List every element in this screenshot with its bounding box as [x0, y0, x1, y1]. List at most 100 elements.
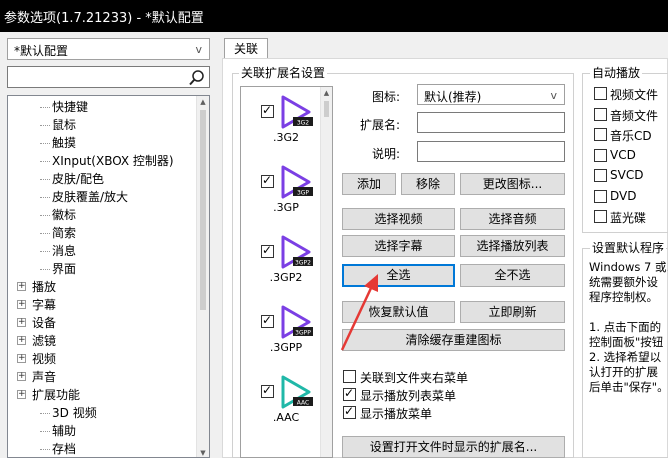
tree-item-label: 鼠标: [52, 118, 77, 132]
autoplay-label: SVCD: [610, 168, 644, 182]
autoplay-checkbox[interactable]: [594, 148, 607, 162]
tree-connector: [40, 269, 50, 270]
select-none-button[interactable]: 全不选: [460, 264, 565, 287]
profile-select-value: *默认配置: [14, 44, 69, 58]
expand-icon[interactable]: +: [17, 282, 26, 291]
extension-name: .AAC: [272, 411, 300, 424]
tree-connector: [40, 215, 50, 216]
extension-badge: 3G2: [297, 120, 309, 127]
extension-checkbox[interactable]: [261, 383, 274, 398]
scroll-up-icon[interactable]: ▲: [197, 96, 209, 108]
extension-checkbox[interactable]: [261, 103, 274, 118]
settings-tree[interactable]: 快捷键 鼠标 触摸 XInput(XBOX 控制器) 皮肤/配色 皮肤覆盖/放大 徽标 简索消…: [7, 95, 210, 458]
extension-scroll-thumb[interactable]: [324, 101, 329, 117]
select-subtitle-button[interactable]: 选择字幕: [342, 235, 455, 257]
profile-select[interactable]: *默认配置 v: [7, 38, 210, 60]
autoplay-checkbox[interactable]: [594, 169, 607, 182]
tree-connector: [40, 431, 50, 432]
extension-checkbox[interactable]: [261, 243, 274, 258]
autoplay-label: VCD: [610, 147, 636, 162]
refresh-now-button[interactable]: 立即刷新: [460, 301, 565, 323]
autoplay-checkbox[interactable]: [594, 107, 607, 121]
tree-item-label: 扩展功能: [32, 388, 81, 402]
change-icon-button[interactable]: 更改图标...: [460, 173, 565, 195]
search-icon[interactable]: [188, 69, 206, 87]
default-program-line: 控制面板"按钮: [589, 335, 664, 349]
extension-name: .3GP2: [269, 271, 303, 284]
extension-name: .3GP: [273, 201, 299, 214]
expand-icon[interactable]: +: [17, 300, 26, 309]
option-label: 显示播放列表菜单: [360, 389, 457, 403]
tree-item-label: 字幕: [32, 298, 57, 312]
play-file-icon: 3GPP: [281, 305, 313, 339]
autoplay-checkbox[interactable]: [594, 128, 607, 141]
tree-item-label: 徽标: [52, 208, 77, 222]
default-program-line: 程序控制权。: [589, 290, 658, 304]
default-program-line: 2. 选择希望以: [589, 350, 662, 364]
select-video-button[interactable]: 选择视频: [342, 208, 455, 230]
set-open-extensions-button[interactable]: 设置打开文件时显示的扩展名...: [342, 436, 565, 458]
expand-icon[interactable]: +: [17, 390, 26, 399]
tree-item-label: 消息: [52, 244, 77, 258]
icon-select[interactable]: 默认(推荐) v: [417, 84, 565, 105]
tree-item-label: 3D 视频: [52, 406, 97, 420]
scroll-up-icon[interactable]: ▲: [321, 87, 332, 99]
description-field[interactable]: [417, 141, 565, 162]
tree-scroll-thumb[interactable]: [200, 110, 206, 310]
autoplay-group-title: 自动播放: [590, 66, 643, 80]
tree-connector: [40, 251, 50, 252]
extension-name-field[interactable]: [417, 112, 565, 133]
tab-association[interactable]: 关联: [224, 38, 268, 59]
expand-icon[interactable]: +: [17, 372, 26, 381]
extension-checkbox[interactable]: [261, 313, 274, 328]
expand-icon[interactable]: +: [17, 318, 26, 327]
option-label: 关联到文件夹右菜单: [360, 371, 469, 385]
annotation-arrow-icon: [340, 274, 378, 351]
tree-connector: [40, 233, 50, 234]
play-file-icon: 3GP2: [281, 235, 313, 269]
tree-item-label: 触摸: [52, 136, 77, 150]
default-program-line: 1. 点击下面的: [589, 320, 662, 334]
extension-name-label: 扩展名:: [360, 118, 401, 132]
option-label: 显示播放菜单: [360, 407, 433, 421]
select-playlist-button[interactable]: 选择播放列表: [460, 235, 565, 257]
window-title: 参数选项(1.7.21233) - *默认配置: [4, 11, 204, 26]
extension-name: .3GPP: [269, 341, 303, 354]
tree-item-label: 辅助: [52, 424, 77, 438]
tree-item-label: 皮肤覆盖/放大: [52, 190, 129, 204]
chevron-down-icon: v: [195, 43, 202, 56]
default-program-line: 后单击"保存"。: [589, 380, 668, 394]
tree-connector: [40, 449, 50, 450]
option-checkbox[interactable]: [343, 370, 356, 383]
autoplay-checkbox[interactable]: [594, 87, 607, 100]
autoplay-label: DVD: [610, 188, 637, 203]
autoplay-label: 视频文件: [610, 88, 659, 102]
search-input[interactable]: [7, 66, 210, 88]
option-checkbox[interactable]: [343, 386, 356, 401]
scroll-down-icon[interactable]: ▼: [197, 447, 209, 457]
autoplay-checkbox[interactable]: [594, 189, 607, 203]
autoplay-label: 音频文件: [610, 108, 659, 123]
assoc-group-title: 关联扩展名设置: [239, 66, 328, 80]
expand-icon[interactable]: +: [17, 354, 26, 363]
autoplay-checkbox[interactable]: [594, 210, 607, 223]
play-file-icon: AAC: [281, 375, 313, 409]
extension-checkbox[interactable]: [261, 173, 274, 188]
tree-item-label: 设备: [32, 316, 57, 330]
tree-item-label: 存档: [52, 442, 77, 456]
tree-scrollbar[interactable]: ▲ ▼: [196, 96, 209, 457]
add-button[interactable]: 添加: [342, 173, 396, 195]
window-title-bar: 参数选项(1.7.21233) - *默认配置: [0, 0, 668, 32]
extension-list[interactable]: 3G2.3G23GP.3GP3GP2.3GP23GPP.3GPPAAC.AAC …: [240, 86, 333, 458]
extension-badge: AAC: [297, 400, 309, 407]
tree-connector: [40, 125, 50, 126]
remove-button[interactable]: 移除: [401, 173, 455, 195]
default-program-title: 设置默认程序: [590, 241, 667, 255]
tree-item-label: 声音: [32, 370, 57, 384]
tree-item-label: 界面: [52, 262, 77, 276]
extension-name: .3G2: [272, 131, 300, 144]
expand-icon[interactable]: +: [17, 336, 26, 345]
select-audio-button[interactable]: 选择音频: [460, 208, 565, 230]
extension-badge: 3GPP: [295, 330, 311, 337]
option-checkbox[interactable]: [343, 404, 356, 419]
